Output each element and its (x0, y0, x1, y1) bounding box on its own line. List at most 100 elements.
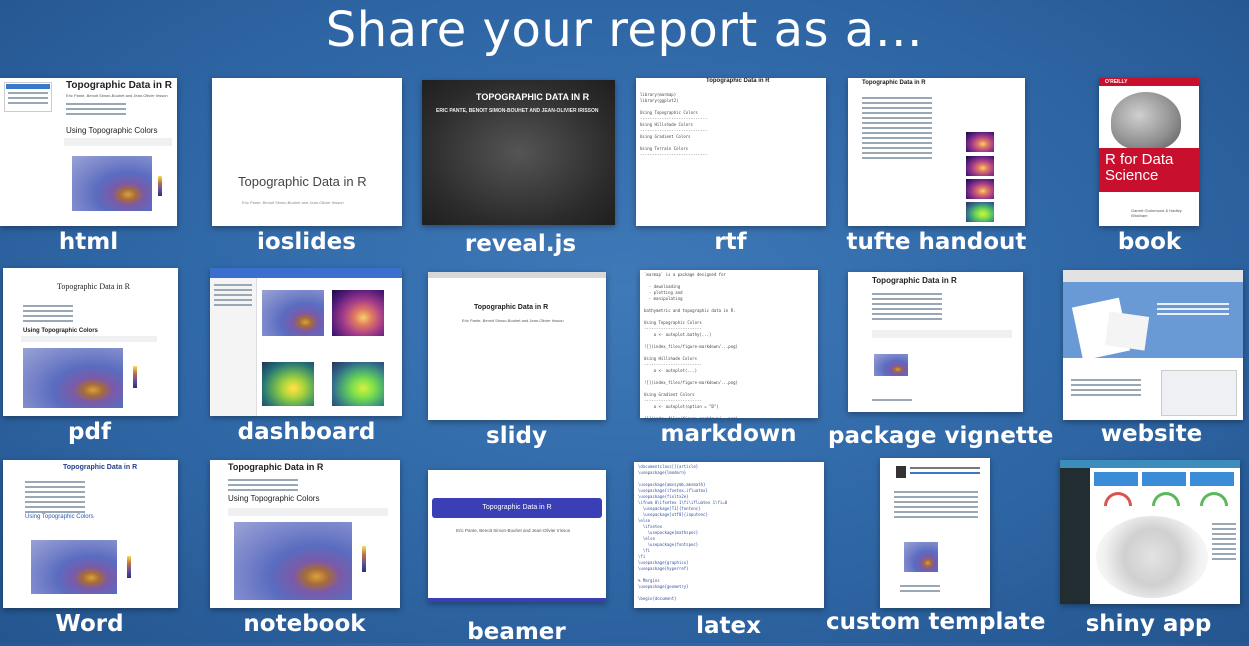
doc-title: Topographic Data in R (66, 80, 172, 91)
map-legend (158, 176, 162, 196)
doc-title: Topographic Data in R (706, 78, 770, 84)
gauge-1 (1104, 492, 1132, 506)
map-legend (362, 546, 366, 572)
tile-label: html (58, 229, 119, 255)
doc-title: Topographic Data in R (862, 80, 926, 86)
journal-logo (896, 466, 906, 478)
slidy-thumbnail: Topographic Data in R Eric Pante, Benoit… (428, 272, 606, 420)
doc-title: Topographic Data in R (57, 282, 130, 291)
code-chunk (64, 138, 172, 146)
tile-label: beamer (467, 619, 566, 645)
topographic-map (874, 354, 908, 376)
bubble-chart (1096, 516, 1208, 598)
tile-label: latex (696, 613, 761, 639)
tufte-thumbnail: Topographic Data in R (848, 78, 1025, 226)
pdf-thumbnail: Topographic Data in R Using Topographic … (3, 268, 178, 416)
gauge-2 (1152, 492, 1180, 506)
beamer-thumbnail: Topographic Data in R Eric Pante, Benoit… (428, 470, 606, 602)
markdown-source: `marmap` is a package designed for - dow… (644, 272, 738, 418)
beamer-title-box: Topographic Data in R (432, 498, 602, 518)
book-cover: O'REILLY R for Data Science Garrett Grol… (1099, 78, 1199, 226)
book-title: R for Data Science (1105, 151, 1174, 184)
doc-authors: Eric Pante, Benoit Simon-Bouhet and Jean… (66, 93, 168, 98)
map-panel-2 (332, 290, 384, 336)
latex-source: \documentclass[]{article} \usepackage{lm… (638, 464, 728, 601)
doc-title: Topographic Data in R (228, 462, 324, 472)
map-legend (133, 366, 137, 388)
map-panel-1 (262, 290, 324, 336)
tile-label: website (1100, 421, 1203, 447)
doc-title: Topographic Data in R (872, 276, 957, 285)
kakapo-illustration (1111, 92, 1181, 150)
topographic-map (23, 348, 123, 408)
tile-label: shiny app (1085, 611, 1212, 637)
map-green (966, 202, 994, 222)
value-box-1 (1094, 472, 1138, 486)
html-thumbnail: Topographic Data in R Eric Pante, Benoit… (0, 78, 177, 226)
section-heading: Using Topographic Colors (25, 514, 94, 520)
map-purple-3 (966, 179, 994, 199)
doc-title: TOPOGRAPHIC DATA IN R (476, 92, 590, 102)
tile-label: book (1117, 229, 1182, 255)
map-panel-3 (262, 362, 314, 406)
map-purple-2 (966, 156, 994, 176)
latex-thumbnail: \documentclass[]{article} \usepackage{lm… (634, 462, 824, 608)
website-thumbnail (1063, 270, 1243, 420)
doc-title: Topographic Data in R (482, 504, 552, 511)
page-title: Share your report as a… (325, 2, 924, 58)
tile-label: notebook (243, 611, 366, 637)
dashboard-sidebar (210, 278, 257, 416)
doc-authors: Eric Pante, Benoit Simon-Bouhet and Jean… (462, 318, 564, 323)
section-heading: Using Topographic Colors (66, 126, 158, 135)
beamer-footer (428, 598, 606, 602)
shiny-header (1060, 460, 1240, 468)
topographic-map (72, 156, 152, 211)
book-publisher: O'REILLY (1105, 79, 1128, 85)
topographic-map (904, 542, 938, 572)
custom-template-thumbnail (880, 458, 990, 608)
tile-label: markdown (660, 421, 797, 447)
doc-authors: ERIC PANTE, BENOIT SIMON-BOUHET AND JEAN… (436, 108, 599, 114)
map-panel-4 (332, 362, 384, 406)
doc-title: Topographic Data in R (238, 174, 367, 189)
ioslides-thumbnail: Topographic Data in R Eric Pante, Benoit… (212, 78, 402, 226)
tile-label: dashboard (237, 419, 376, 445)
tile-label: slidy (486, 423, 547, 449)
tile-label: ioslides (257, 229, 356, 255)
topographic-map (31, 540, 117, 594)
tile-label: custom template (826, 609, 1046, 635)
dashboard-thumbnail (210, 268, 402, 416)
tile-label: package vignette (828, 423, 1054, 449)
shiny-thumbnail (1060, 460, 1240, 604)
doc-title: Topographic Data in R (474, 304, 549, 311)
tile-label: reveal.js (464, 231, 577, 257)
section-heading: Using Topographic Colors (228, 494, 320, 503)
dashboard-navbar (210, 268, 402, 278)
screenshot-graphic (1161, 370, 1237, 416)
markdown-thumbnail: `marmap` is a package designed for - dow… (640, 270, 818, 418)
topographic-map (234, 522, 352, 600)
map-purple-1 (966, 132, 994, 152)
vignette-thumbnail: Topographic Data in R (848, 272, 1023, 412)
section-heading: Using Topographic Colors (23, 328, 98, 334)
doc-title: Topographic Data in R (63, 464, 138, 471)
value-box-3 (1190, 472, 1234, 486)
book-authors: Garrett Grolemund & Hadley Wickham (1131, 208, 1182, 218)
word-thumbnail: Topographic Data in R Using Topographic … (3, 460, 178, 608)
doc-authors: Eric Pante, Benoit Simon-Bouhet and Jean… (242, 200, 344, 205)
tile-label: tufte handout (846, 229, 1027, 255)
revealjs-thumbnail: TOPOGRAPHIC DATA IN R ERIC PANTE, BENOIT… (422, 80, 615, 225)
book-title-band: R for Data Science (1099, 148, 1199, 192)
toc-sidebar (4, 82, 52, 112)
book-page-graphic-2 (1104, 311, 1150, 351)
website-hero (1063, 282, 1243, 361)
doc-authors: Eric Pante, Benoit Simon-Bouhet and Jean… (456, 528, 571, 533)
notebook-thumbnail: Topographic Data in R Using Topographic … (210, 460, 400, 608)
shiny-sidebar (1060, 468, 1090, 604)
value-box-2 (1142, 472, 1186, 486)
gauge-3 (1200, 492, 1228, 506)
map-legend (127, 556, 131, 578)
tile-label: Word (55, 611, 124, 637)
tile-label: pdf (68, 419, 111, 445)
browser-chrome (1063, 270, 1243, 282)
